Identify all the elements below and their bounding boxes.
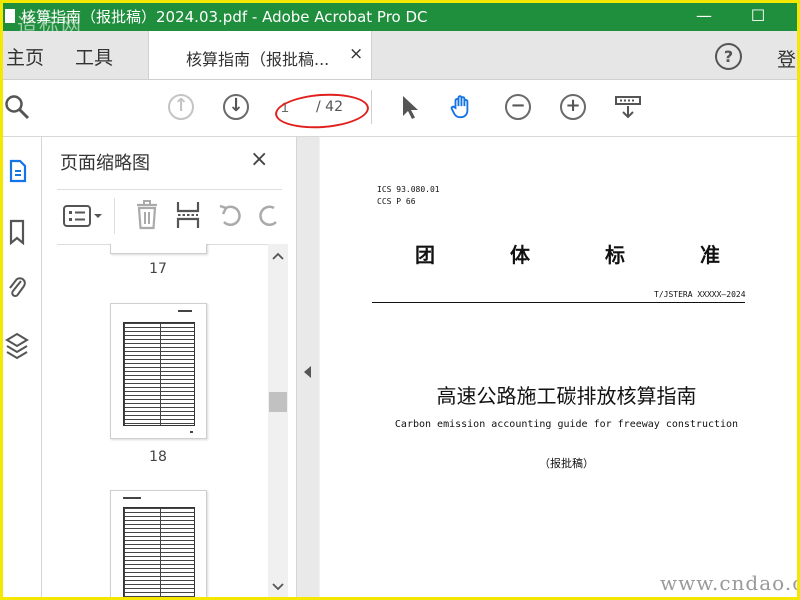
header-rule: [372, 302, 745, 303]
heading-char: 体: [510, 243, 530, 267]
title-bar: 核算指南（报批稿）2024.03.pdf - Adobe Acrobat Pro…: [3, 3, 797, 37]
thumbnails-panel: 页面缩略图 × 17 18: [42, 137, 297, 597]
search-icon[interactable]: [5, 94, 31, 120]
scroll-up-icon[interactable]: [272, 252, 284, 260]
help-icon[interactable]: ?: [715, 43, 742, 70]
heading-char: 团: [415, 243, 435, 267]
page-number-label: 18: [149, 449, 167, 465]
document-title-en: Carbon emission accounting guide for fre…: [394, 419, 739, 430]
document-tab-close-button[interactable]: ×: [349, 44, 363, 64]
main-toolbar: ↑ ↓ / 42 − +: [3, 80, 797, 137]
document-title-cn: 高速公路施工碳排放核算指南: [436, 384, 697, 408]
options-menu-icon[interactable]: [63, 204, 103, 228]
left-rail: [3, 137, 42, 597]
collapse-arrow-icon[interactable]: [304, 366, 312, 378]
scroll-down-icon[interactable]: [272, 583, 284, 591]
minimize-button[interactable]: —: [689, 5, 719, 27]
previous-page-icon[interactable]: ↑: [168, 94, 194, 120]
fit-page-icon[interactable]: [614, 94, 642, 120]
next-page-icon[interactable]: ↓: [223, 94, 249, 120]
maximize-button[interactable]: ☐: [743, 5, 773, 27]
tab-tools[interactable]: 工具: [75, 43, 113, 70]
thumbnail-scrollbar[interactable]: [268, 244, 288, 597]
panel-toolbar: [57, 189, 282, 245]
page-thumbnail[interactable]: [110, 244, 207, 254]
heading-char: 标: [605, 243, 625, 267]
panel-collapse-strip[interactable]: [297, 137, 319, 597]
scrollbar-thumb[interactable]: [269, 392, 287, 412]
zoom-in-icon[interactable]: +: [560, 94, 586, 120]
bookmark-icon[interactable]: [9, 219, 25, 245]
page-thumbnail[interactable]: [110, 490, 207, 597]
tab-document[interactable]: 核算指南（报批稿... ×: [148, 31, 372, 79]
page-thumbnails-icon[interactable]: [9, 159, 27, 183]
document-page: ICS 93.080.01 CCS P 66 团 体 标 准 T/JSTERA …: [320, 137, 797, 597]
thumbnail-table-graphic: [123, 507, 195, 597]
heading-char: 准: [700, 243, 720, 267]
tab-bar: 主页 工具 核算指南（报批稿... × ? 登: [3, 31, 797, 80]
panel-close-button[interactable]: ×: [250, 147, 268, 172]
thumbnail-list: 17 18: [42, 244, 296, 597]
zoom-out-icon[interactable]: −: [505, 94, 531, 120]
sign-in-button[interactable]: 登: [777, 45, 796, 72]
app-icon: [5, 9, 15, 23]
rotate-right-icon[interactable]: [257, 202, 283, 228]
tab-home[interactable]: 主页: [6, 43, 44, 70]
page-thumbnail[interactable]: [110, 303, 207, 439]
app-window: 核算指南（报批稿）2024.03.pdf - Adobe Acrobat Pro…: [0, 0, 800, 600]
standard-code: T/JSTERA XXXXX—2024: [654, 290, 746, 299]
insert-page-icon[interactable]: [175, 200, 201, 230]
toolbar-separator: [371, 90, 372, 124]
thumbnail-table-graphic: [123, 322, 195, 426]
panel-title: 页面缩略图: [60, 153, 150, 174]
hand-tool-icon[interactable]: [449, 94, 475, 120]
panel-toolbar-separator: [114, 198, 115, 234]
ics-code: ICS 93.080.01: [377, 185, 440, 194]
page-number-label: 17: [149, 261, 167, 277]
delete-page-icon[interactable]: [135, 200, 159, 230]
attachment-icon[interactable]: [7, 273, 27, 301]
document-tab-label: 核算指南（报批稿...: [186, 50, 330, 69]
site-watermark: www.cndao.com: [660, 571, 797, 595]
select-cursor-icon[interactable]: [398, 94, 424, 120]
ccs-code: CCS P 66: [377, 197, 416, 206]
document-status: （报批稿）: [539, 457, 594, 470]
document-view: ICS 93.080.01 CCS P 66 团 体 标 准 T/JSTERA …: [320, 137, 797, 597]
layers-icon[interactable]: [5, 332, 29, 360]
rotate-left-icon[interactable]: [217, 202, 245, 228]
